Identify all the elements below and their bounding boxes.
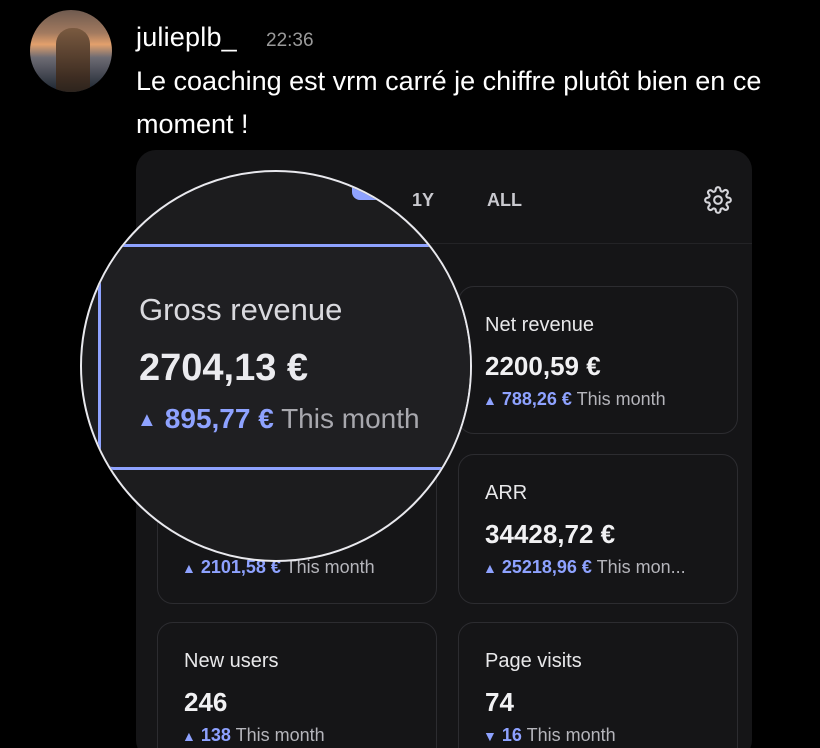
message-text: Le coaching est vrm carré je chiffre plu… [136,66,762,139]
card-label: Page visits [485,650,582,672]
triangle-down-icon: ▼ [483,728,497,744]
card-label: ARR [485,482,528,504]
magnified-active-tab [352,178,392,200]
delta-suffix: This month [576,389,666,409]
avatar[interactable] [30,10,112,92]
delta-value: 16 [501,725,522,745]
card-value: 246 [184,687,228,717]
triangle-up-icon: ▲ [182,728,196,744]
tab-1y[interactable]: 1Y [412,190,434,211]
triangle-up-icon: ▲ [137,409,157,431]
triangle-up-icon: ▲ [483,560,497,576]
delta-suffix: This mon... [596,557,686,577]
card-delta: ▼ 16 This month [483,725,616,746]
card-label: Gross revenue [139,292,343,327]
avatar-figure [56,28,90,92]
delta-suffix: This month [235,725,325,745]
card-value: 2704,13 € [139,347,309,389]
card-label: Net revenue [485,314,594,336]
card-delta: ▲ 138 This month [182,725,325,746]
triangle-up-icon: ▲ [182,560,196,576]
card-new-users[interactable]: New users 246 ▲ 138 This month [157,622,437,748]
card-delta: ▲ 895,77 € This month [137,403,420,435]
card-arr[interactable]: ARR 34428,72 € ▲ 25218,96 € This mon... [458,454,738,604]
delta-suffix: This month [526,725,616,745]
card-value: 2200,59 € [485,351,601,381]
delta-suffix: This month [281,403,420,434]
triangle-up-icon: ▲ [483,392,497,408]
card-gross-revenue[interactable]: Gross revenue 2704,13 € ▲ 895,77 € This m… [98,244,470,470]
timestamp: 22:36 [266,30,314,51]
delta-value: 895,77 € [164,403,274,434]
gear-icon[interactable] [704,186,732,214]
card-label: New users [184,650,279,672]
card-net-revenue[interactable]: Net revenue 2200,59 € ▲ 788,26 € This mon… [458,286,738,434]
tab-all[interactable]: ALL [487,190,522,211]
magnifier-overlay: Gross revenue 2704,13 € ▲ 895,77 € This m… [80,170,472,562]
card-delta: ▲ 25218,96 € This mon... [483,557,686,578]
username[interactable]: julieplb_ [136,22,237,53]
delta-value: 788,26 € [501,389,572,409]
card-value: 74 [485,687,514,717]
card-delta: ▲ 788,26 € This month [483,389,666,410]
card-value: 34428,72 € [485,519,616,549]
delta-value: 25218,96 € [501,557,592,577]
delta-value: 138 [200,725,231,745]
card-page-visits[interactable]: Page visits 74 ▼ 16 This month [458,622,738,748]
